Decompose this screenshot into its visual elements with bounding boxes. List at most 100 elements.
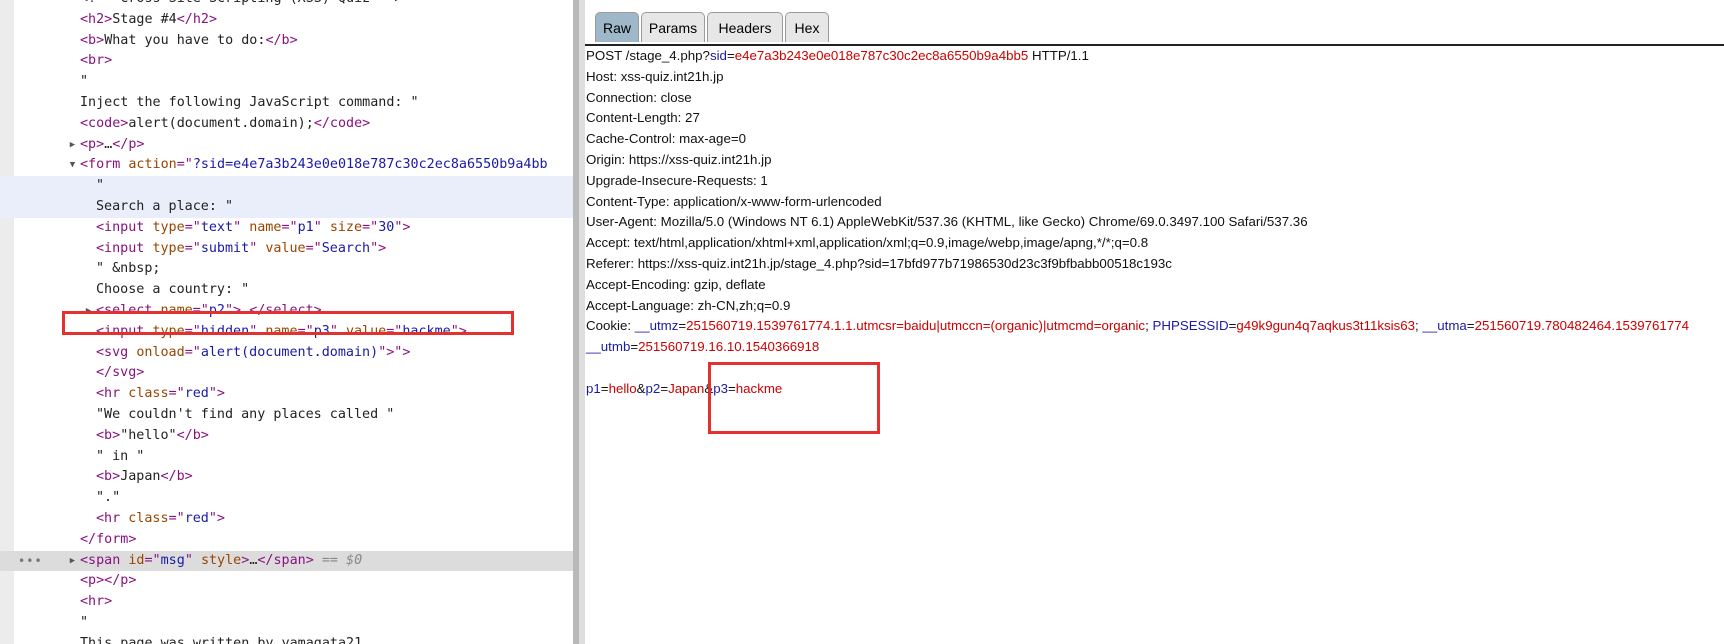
request-line: Content-Length: 27 <box>585 108 1724 129</box>
dom-node-line[interactable]: <br> <box>0 51 573 72</box>
dom-node-line[interactable]: <b>"hello"</b> <box>0 426 573 447</box>
code-token: <input <box>96 219 153 235</box>
node-menu-icon[interactable]: ••• <box>18 551 43 572</box>
raw-request-text[interactable]: POST /stage_4.php?sid=e4e7a3b243e0e018e7… <box>585 46 1724 400</box>
code-token: class <box>128 386 169 402</box>
dom-node-line[interactable]: <input type="text" name="p1" size="30"> <box>0 218 573 239</box>
code-token: type <box>152 240 185 256</box>
dom-node-text: </form> <box>80 530 136 551</box>
code-token: action <box>128 157 177 173</box>
dom-node-line[interactable]: </form> <box>0 530 573 551</box>
dom-node-line[interactable]: <svg onload="alert(document.domain)">"> <box>0 343 573 364</box>
dom-node-text: Choose a country: " <box>96 280 249 301</box>
code-token: ">"> <box>378 344 411 360</box>
annotation-box-hidden-input <box>62 311 514 335</box>
code-token: style <box>200 552 242 568</box>
dom-node-text: Inject the following JavaScript command:… <box>80 93 419 114</box>
dom-node-line[interactable]: <input type="submit" value="Search"> <box>0 239 573 260</box>
dom-node-line[interactable]: <b>What you have to do:</b> <box>0 31 573 52</box>
dom-node-line[interactable]: <p></p> <box>0 571 573 592</box>
code-token: What you have to do: <box>104 32 266 48</box>
dom-node-line[interactable]: <hr class="red"> <box>0 509 573 530</box>
dom-node-line[interactable]: " &nbsp; <box>0 259 573 280</box>
code-token: class <box>128 510 169 526</box>
request-line: Accept: text/html,application/xhtml+xml,… <box>585 233 1724 254</box>
dom-node-line[interactable]: ••• ▶ <span id="msg" style>…</span> == $0 <box>0 550 573 572</box>
dom-node-text: <input type="text" name="p1" size="30"> <box>96 218 410 239</box>
code-token: " in " <box>96 448 145 464</box>
collapse-triangle-icon[interactable]: ▼ <box>68 155 77 176</box>
dom-node-text: <p>…</p> <box>80 135 145 156</box>
code-token: =" <box>176 157 193 173</box>
code-token: =" <box>144 552 161 568</box>
expand-triangle-icon[interactable]: ▶ <box>68 551 77 572</box>
code-token: Japan <box>120 469 161 485</box>
dom-node-line[interactable]: <b>Japan</b> <box>0 467 573 488</box>
code-token: <h2> <box>80 11 113 27</box>
request-text: Content-Length: 27 <box>586 110 700 126</box>
request-text: HTTP/1.1 <box>1028 48 1089 63</box>
tab-params[interactable]: Params <box>641 12 705 42</box>
code-token: "hello" <box>120 427 177 443</box>
code-token: submit <box>200 240 250 256</box>
request-text: = <box>678 318 687 334</box>
request-line: Host: xss-quiz.int21h.jp <box>585 67 1724 88</box>
request-text: Accept: text/html,application/xhtml+xml,… <box>586 235 1149 251</box>
dom-node-line[interactable]: <hr class="red"> <box>0 384 573 405</box>
code-token: =" <box>168 510 185 526</box>
dom-node-line[interactable]: ▼ <form action="?sid=e4e7a3b243e0e018e787… <box>0 155 573 176</box>
dom-node-line[interactable]: <!-- Cross Site Scripting (XSS) Quiz --> <box>0 0 573 10</box>
code-token: <br> <box>80 53 113 69</box>
code-token: <svg <box>96 344 137 360</box>
param-value: e4e7a3b243e0e018e787c30c2ec8a6550b9a4bb5 <box>734 48 1029 63</box>
expand-triangle-icon[interactable]: ▶ <box>68 135 77 156</box>
dom-node-text: " in " <box>96 447 144 468</box>
dom-node-line[interactable]: <h2>Stage #4</h2> <box>0 10 573 31</box>
code-token: value <box>265 240 306 256</box>
code-token: </span> <box>257 552 314 568</box>
param-value: 251560719.16.10.1540366918 <box>638 339 820 355</box>
elements-panel: <!-- Cross Site Scripting (XSS) Quiz -->… <box>0 0 573 644</box>
request-text: = <box>1466 318 1475 334</box>
code-token: </p> <box>112 136 145 152</box>
request-line: Content-Type: application/x-www-form-url… <box>585 192 1724 213</box>
dom-node-line[interactable]: ▶ <p>…</p> <box>0 135 573 156</box>
dom-node-line[interactable]: Choose a country: " <box>0 280 573 301</box>
request-line: Cache-Control: max-age=0 <box>585 129 1724 150</box>
request-text: POST /stage_4.php? <box>586 48 710 63</box>
dom-node-line[interactable]: "." <box>0 488 573 509</box>
code-token: name <box>249 219 282 235</box>
dom-node-line[interactable]: Search a place: " <box>0 196 573 218</box>
dom-node-line[interactable]: </svg> <box>0 363 573 384</box>
request-line: Accept-Encoding: gzip, deflate <box>585 275 1724 296</box>
param-name: p2 <box>645 380 661 396</box>
tab-headers[interactable]: Headers <box>707 12 783 42</box>
request-line: Cookie: __utmz=251560719.1539761774.1.1.… <box>585 316 1724 337</box>
request-text: Host: xss-quiz.int21h.jp <box>586 68 724 84</box>
tab-raw[interactable]: Raw <box>595 12 639 42</box>
param-name: __utmz <box>634 318 679 334</box>
dom-node-line[interactable]: "We couldn't find any places called " <box>0 405 573 426</box>
code-token: "> <box>394 219 411 235</box>
code-token: alert(document.domain); <box>128 115 314 131</box>
code-token: " <box>249 240 266 256</box>
code-token: " <box>313 219 330 235</box>
request-text: = <box>630 339 639 355</box>
dom-node-text: <b>Japan</b> <box>96 467 193 488</box>
request-text: User-Agent: Mozilla/5.0 (Windows NT 6.1)… <box>586 214 1308 230</box>
code-token: ?sid=e4e7a3b243e0e018e787c30c2ec8a6550b9… <box>192 157 548 173</box>
dom-node-line[interactable]: Inject the following JavaScript command:… <box>0 93 573 114</box>
dom-node-line[interactable]: This page was written by yamagata21, <box>0 634 573 644</box>
dom-node-line[interactable]: " <box>0 72 573 93</box>
dom-node-line[interactable]: " in " <box>0 447 573 468</box>
code-token: <p> <box>80 136 105 152</box>
tab-hex[interactable]: Hex <box>785 12 829 42</box>
dom-node-line[interactable]: <hr> <box>0 592 573 613</box>
request-text: Content-Type: application/x-www-form-url… <box>586 193 882 209</box>
param-value: Japan <box>668 380 705 396</box>
dom-node-line[interactable]: " <box>0 176 573 197</box>
code-token: <form <box>80 157 129 173</box>
dom-node-text: This page was written by yamagata21, <box>80 634 370 644</box>
dom-node-line[interactable]: " <box>0 613 573 634</box>
dom-node-line[interactable]: <code>alert(document.domain);</code> <box>0 114 573 135</box>
